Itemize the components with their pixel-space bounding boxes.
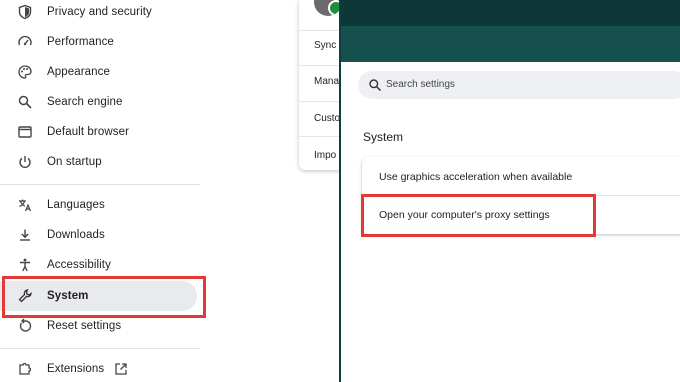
sidebar-item-label: Downloads (47, 229, 105, 241)
reset-icon (17, 318, 33, 334)
search-icon (368, 78, 382, 92)
search-input[interactable]: Search settings (358, 71, 680, 99)
sidebar-item-privacy[interactable]: Privacy and security (0, 0, 200, 27)
sidebar-item-performance[interactable]: Performance (0, 27, 200, 57)
setting-graphics-acceleration[interactable]: Use graphics acceleration when available (379, 171, 572, 183)
sidebar-item-search-engine[interactable]: Search engine (0, 87, 200, 117)
highlight-box-proxy (361, 194, 596, 237)
sidebar-item-languages[interactable]: Languages (0, 190, 200, 220)
sidebar-item-label: Extensions (47, 363, 105, 375)
settings-main-panel: Search settings System Use graphics acce… (339, 0, 680, 382)
profile-menu-item-import[interactable]: Impo (314, 150, 336, 161)
sidebar-item-label: On startup (47, 156, 102, 168)
puzzle-icon (17, 361, 33, 377)
search-icon (17, 94, 33, 110)
profile-menu-item-sync[interactable]: Sync (314, 40, 336, 51)
sidebar-item-label: Reset settings (47, 320, 122, 332)
palette-icon (17, 64, 33, 80)
browser-top-bar (341, 0, 680, 26)
section-title: System (363, 130, 404, 144)
settings-header-bar (341, 26, 680, 62)
settings-sidebar: Privacy and security Performance Appeara… (0, 0, 340, 382)
translate-icon (17, 197, 33, 213)
speedometer-icon (17, 34, 33, 50)
browser-window-icon (17, 124, 33, 140)
profile-menu-item-customize[interactable]: Custo (314, 113, 340, 124)
sidebar-item-label: Search engine (47, 96, 123, 108)
external-link-icon[interactable] (114, 362, 128, 376)
download-icon (17, 227, 33, 243)
sidebar-item-appearance[interactable]: Appearance (0, 57, 200, 87)
power-icon (17, 154, 33, 170)
sidebar-item-extensions[interactable]: Extensions (0, 354, 200, 382)
shield-icon (17, 4, 33, 20)
sidebar-item-label: Appearance (47, 66, 111, 78)
sidebar-divider (0, 348, 200, 349)
sidebar-divider (0, 184, 200, 185)
sidebar-item-label: Performance (47, 36, 114, 48)
sidebar-item-on-startup[interactable]: On startup (0, 147, 200, 177)
search-placeholder: Search settings (386, 79, 455, 90)
sidebar-item-downloads[interactable]: Downloads (0, 220, 200, 250)
sidebar-item-default-browser[interactable]: Default browser (0, 117, 200, 147)
sidebar-item-label: Privacy and security (47, 6, 152, 18)
sidebar-item-label: Accessibility (47, 259, 111, 271)
profile-menu-item-manage[interactable]: Mana (314, 76, 339, 87)
sidebar-item-label: Default browser (47, 126, 130, 138)
accessibility-icon (17, 257, 33, 273)
avatar[interactable] (314, 0, 342, 16)
sidebar-item-label: Languages (47, 199, 105, 211)
highlight-box-system (2, 276, 206, 318)
